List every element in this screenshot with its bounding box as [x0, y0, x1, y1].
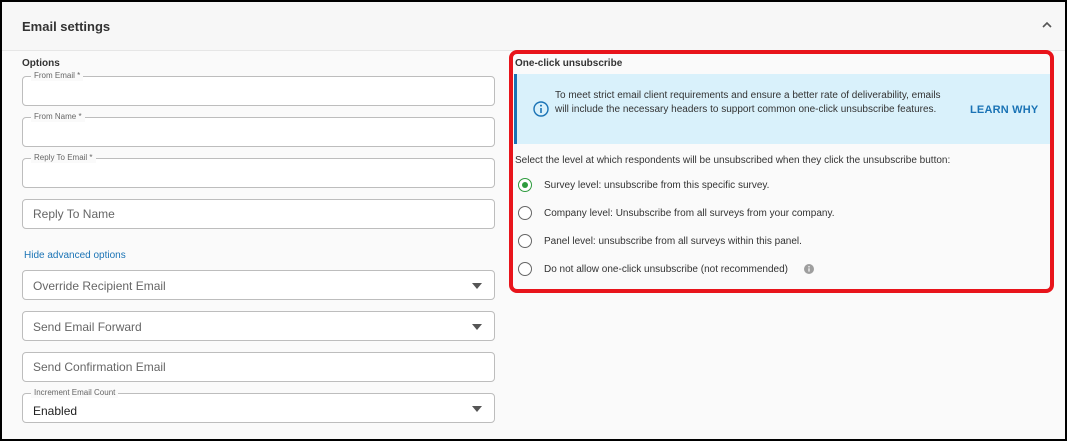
override-recipient-placeholder: Override Recipient Email — [33, 279, 166, 293]
email-settings-panel: Email settings Options From Email * From… — [0, 0, 1067, 441]
highlight-box — [509, 50, 1054, 293]
send-confirmation-email-input[interactable] — [23, 353, 494, 381]
hide-advanced-options-link[interactable]: Hide advanced options — [24, 250, 126, 261]
from-email-field[interactable]: From Email * — [22, 71, 495, 106]
increment-email-count-value: Enabled — [33, 404, 78, 418]
from-email-input[interactable] — [23, 77, 494, 105]
send-email-forward-placeholder: Send Email Forward — [33, 320, 142, 334]
panel-header[interactable]: Email settings — [2, 2, 1065, 51]
send-email-forward-select[interactable]: Send Email Forward — [22, 311, 495, 341]
from-name-field[interactable]: From Name * — [22, 112, 495, 147]
reply-to-email-field[interactable]: Reply To Email * — [22, 153, 495, 188]
increment-email-count-label: Increment Email Count — [31, 388, 119, 398]
send-confirmation-email-field[interactable] — [22, 352, 495, 382]
options-label: Options — [22, 58, 60, 69]
reply-to-name-input[interactable] — [23, 200, 494, 228]
reply-to-name-field[interactable] — [22, 199, 495, 229]
caret-down-icon[interactable] — [472, 324, 482, 330]
override-recipient-select[interactable]: Override Recipient Email — [22, 270, 495, 300]
caret-down-icon[interactable] — [472, 283, 482, 289]
caret-down-icon[interactable] — [472, 406, 482, 412]
chevron-up-icon[interactable] — [1040, 20, 1054, 30]
increment-email-count-select[interactable]: Increment Email Count Enabled — [22, 388, 495, 423]
reply-to-email-input[interactable] — [23, 159, 494, 187]
from-name-input[interactable] — [23, 118, 494, 146]
panel-title: Email settings — [22, 19, 111, 34]
